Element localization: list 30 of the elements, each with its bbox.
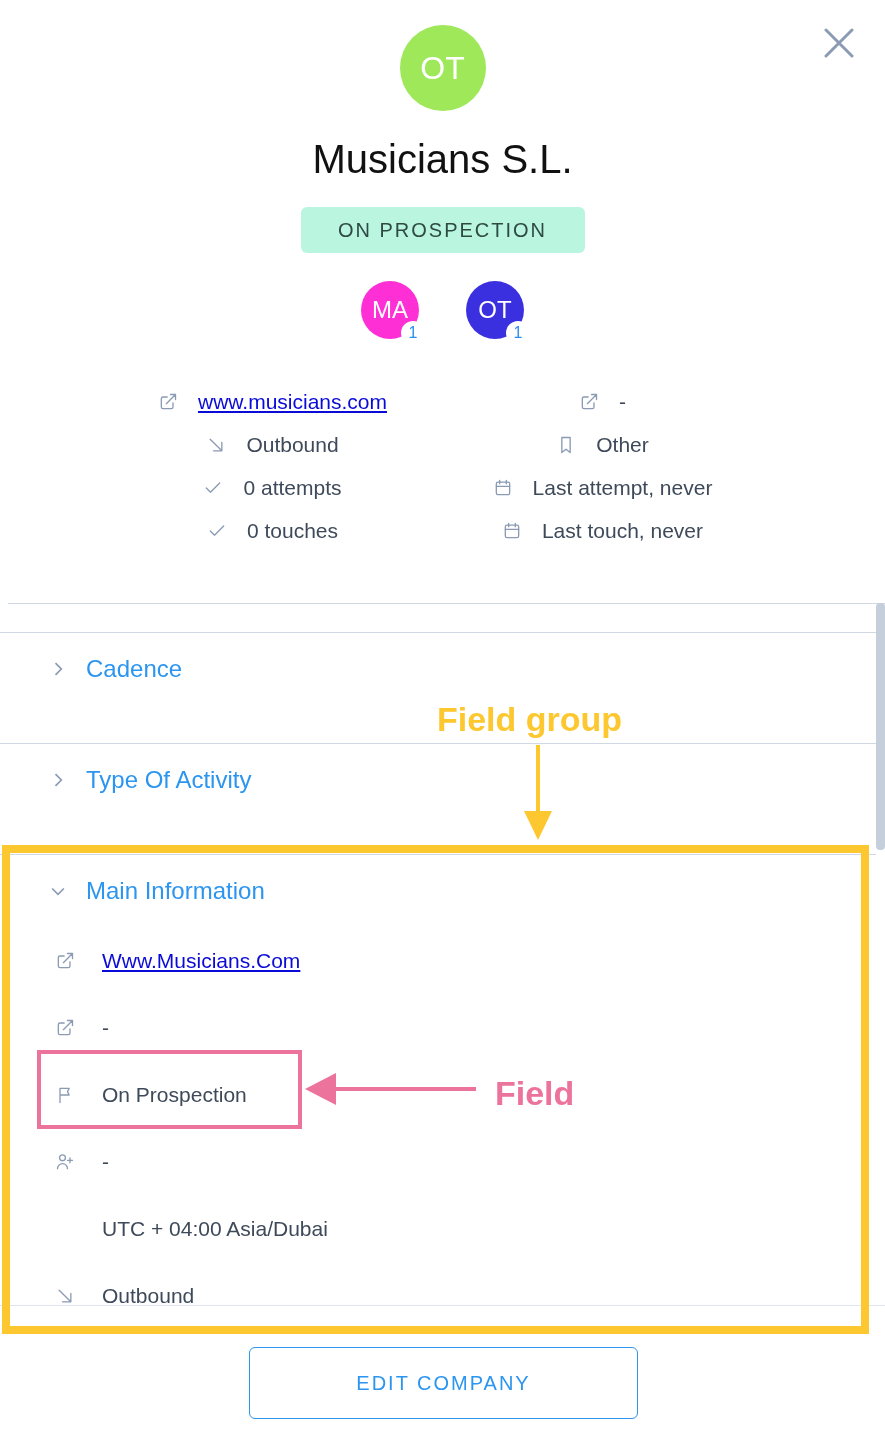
company-name: Musicians S.L. [312,136,573,183]
section-title[interactable]: Main Information [86,873,265,909]
status-badge: ON PROSPECTION [300,207,585,253]
website-link[interactable]: www.musicians.com [197,385,387,418]
field-value: UTC + 04:00 Asia/Dubai [102,1215,328,1242]
annotation-label: Field [495,1073,575,1114]
stat-text: Last attempt, never [532,474,713,501]
add-person-icon [55,1151,75,1172]
stat-text: Other [596,431,649,458]
field-value: - [102,1014,109,1041]
stat-text: 0 attempts [243,474,342,501]
field-value: Outbound [102,1282,195,1305]
stat-text: Last touch, never [541,517,704,544]
section-header[interactable]: Main Information [0,855,876,927]
company-avatar: OT [399,25,486,111]
edit-company-button[interactable]: EDIT COMPANY [249,1347,638,1419]
website-link[interactable]: Www.Musicians.Com [102,944,301,977]
stat-text: 0 touches [246,517,339,544]
section-title[interactable]: Type Of Activity [86,762,252,798]
external-link-icon [55,950,75,971]
field-value: - [102,1148,109,1175]
section-header[interactable]: Type Of Activity [0,744,876,816]
field-value: On Prospection [102,1081,247,1108]
stat-text: - [619,388,626,415]
section-title[interactable]: Cadence [86,651,183,687]
external-link-icon [55,1017,75,1038]
stat-text: Outbound [246,431,339,458]
external-link-icon [579,391,599,412]
scrollbar[interactable] [876,603,885,850]
close-icon[interactable] [824,28,854,58]
